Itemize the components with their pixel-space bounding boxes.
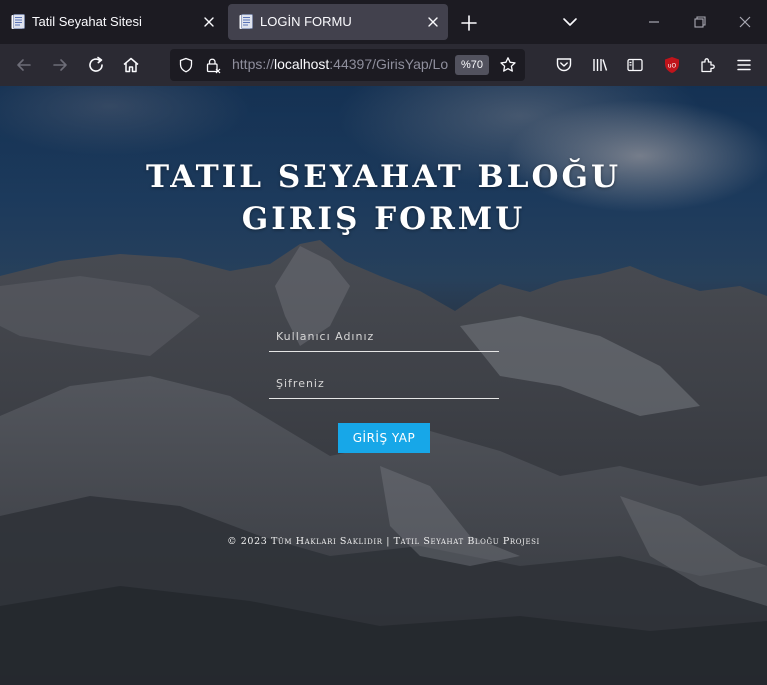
- close-icon[interactable]: [200, 13, 218, 31]
- tab-login-formu[interactable]: LOGİN FORMU: [228, 4, 448, 40]
- home-icon[interactable]: [121, 55, 141, 75]
- username-input[interactable]: [269, 322, 499, 352]
- url-text[interactable]: https://localhost:44397/GirisYap/Login: [232, 56, 448, 72]
- pocket-icon[interactable]: [555, 56, 573, 74]
- page-content: Tatil Seyahat Bloğu Giriş Formu GİRİŞ YA…: [0, 86, 767, 685]
- library-icon[interactable]: [591, 56, 609, 74]
- shield-icon[interactable]: [178, 57, 194, 73]
- restore-icon[interactable]: [691, 13, 709, 31]
- url-scheme: https://: [232, 56, 275, 72]
- document-icon: [239, 14, 253, 29]
- sidebar-icon[interactable]: [626, 56, 644, 74]
- reload-icon[interactable]: [86, 55, 106, 75]
- login-button[interactable]: GİRİŞ YAP: [338, 423, 430, 453]
- tab-title: LOGİN FORMU: [260, 14, 352, 29]
- password-input[interactable]: [269, 369, 499, 399]
- chevron-down-icon[interactable]: [560, 12, 580, 32]
- footer-copyright: © 2023 Tüm Hakları Saklıdır | Tatil Seya…: [227, 536, 540, 547]
- puzzle-icon[interactable]: [699, 56, 717, 74]
- hamburger-icon[interactable]: [735, 56, 753, 74]
- minimize-icon[interactable]: [645, 13, 663, 31]
- back-arrow-icon[interactable]: [14, 55, 34, 75]
- address-bar[interactable]: https://localhost:44397/GirisYap/Login %…: [170, 49, 525, 81]
- ublock-icon[interactable]: uO: [663, 56, 681, 74]
- window-close-icon[interactable]: [736, 13, 754, 31]
- star-icon[interactable]: [499, 56, 517, 74]
- svg-text:uO: uO: [668, 63, 677, 70]
- close-icon[interactable]: [424, 13, 442, 31]
- tab-tatil-seyahat[interactable]: Tatil Seyahat Sitesi: [0, 4, 224, 40]
- plus-icon[interactable]: [458, 12, 480, 34]
- tab-strip: Tatil Seyahat Sitesi LOGİN FORMU: [0, 0, 767, 44]
- lock-icon[interactable]: [204, 56, 222, 74]
- forward-arrow-icon[interactable]: [50, 55, 70, 75]
- navigation-toolbar: https://localhost:44397/GirisYap/Login %…: [0, 44, 767, 86]
- tab-title: Tatil Seyahat Sitesi: [32, 14, 142, 29]
- zoom-indicator[interactable]: %70: [455, 55, 489, 75]
- url-host: localhost: [274, 56, 330, 72]
- url-path: :44397/GirisYap/Login: [329, 56, 448, 72]
- page-title: Tatil Seyahat Bloğu Giriş Formu: [145, 159, 622, 237]
- document-icon: [11, 14, 25, 29]
